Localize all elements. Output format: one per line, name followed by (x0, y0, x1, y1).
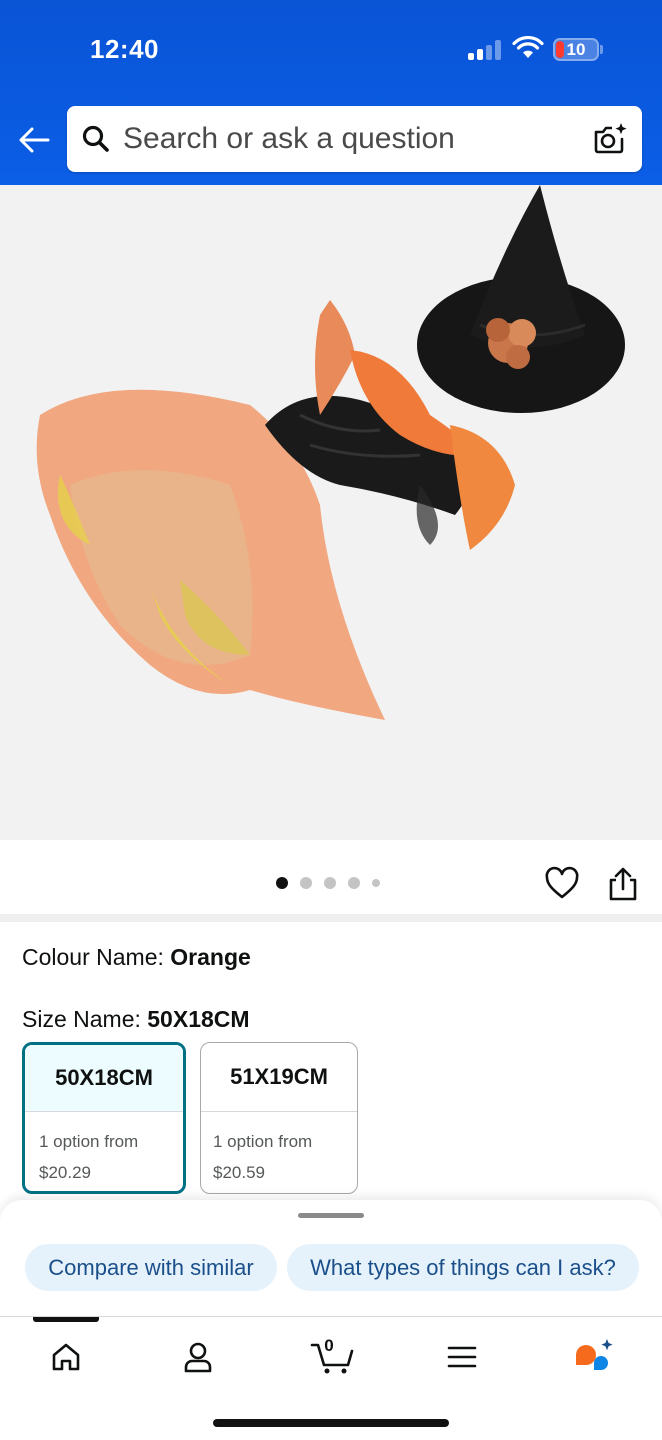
wifi-icon (512, 36, 544, 58)
pagination-dot[interactable] (372, 879, 380, 887)
active-tab-indicator (33, 1317, 99, 1322)
size-option-51x19cm[interactable]: 51X19CM 1 option from $20.59 (200, 1042, 358, 1194)
product-image[interactable] (0, 185, 662, 840)
search-input[interactable] (123, 118, 573, 160)
home-icon (52, 1343, 80, 1371)
tab-rufus[interactable] (564, 1335, 624, 1379)
camera-icon[interactable] (592, 121, 628, 157)
size-name-row: Size Name: 50X18CM (22, 1006, 250, 1033)
search-icon (82, 125, 109, 152)
tab-home[interactable] (36, 1335, 96, 1379)
sheet-drag-handle[interactable] (298, 1213, 364, 1218)
battery-icon: 10 (553, 38, 599, 61)
signal-icon (468, 40, 504, 60)
status-time: 12:40 (90, 34, 159, 64)
size-option-name: 50X18CM (25, 1045, 183, 1111)
account-icon (184, 1342, 212, 1373)
compare-with-similar-chip[interactable]: Compare with similar (25, 1244, 277, 1291)
section-divider (0, 914, 662, 922)
cart-count-badge: 0 (324, 1336, 334, 1355)
back-arrow-icon (19, 127, 50, 153)
image-pagination[interactable] (276, 877, 380, 889)
what-can-i-ask-chip[interactable]: What types of things can I ask? (287, 1244, 639, 1291)
size-value: 50X18CM (147, 1006, 250, 1032)
battery-level: 10 (566, 40, 586, 59)
back-button[interactable] (14, 120, 54, 160)
colour-name-row: Colour Name: Orange (22, 944, 251, 971)
header: 12:40 10 (0, 0, 662, 185)
home-indicator (213, 1419, 449, 1427)
tab-account[interactable] (168, 1335, 228, 1379)
size-option-price: $20.59 (213, 1163, 265, 1182)
pagination-dot[interactable] (276, 877, 288, 889)
size-option-availability: 1 option from (213, 1132, 313, 1151)
size-option-name: 51X19CM (230, 1064, 328, 1089)
rufus-icon (576, 1339, 613, 1370)
heart-icon[interactable] (544, 866, 580, 902)
size-option-price: $20.29 (39, 1163, 91, 1182)
costume-illustration (36, 185, 625, 720)
colour-label: Colour Name: (22, 944, 171, 970)
colour-value: Orange (170, 944, 251, 970)
search-bar[interactable] (67, 106, 642, 172)
image-actions-bar (0, 840, 662, 918)
size-option-50x18cm[interactable]: 50X18CM 1 option from $20.29 (22, 1042, 186, 1194)
tab-menu[interactable] (432, 1335, 492, 1379)
pagination-dot[interactable] (324, 877, 336, 889)
menu-icon (447, 1346, 477, 1368)
bottom-tab-bar: 0 (0, 1316, 662, 1440)
pagination-dot[interactable] (348, 877, 360, 889)
size-label: Size Name: (22, 1006, 148, 1032)
pagination-dot[interactable] (300, 877, 312, 889)
size-option-availability: 1 option from (39, 1132, 139, 1151)
witch-hat-image (417, 185, 625, 413)
tab-cart[interactable]: 0 (302, 1335, 362, 1379)
share-icon[interactable] (606, 866, 640, 902)
rufus-suggestions-sheet: Compare with similar What types of thing… (0, 1200, 662, 1316)
